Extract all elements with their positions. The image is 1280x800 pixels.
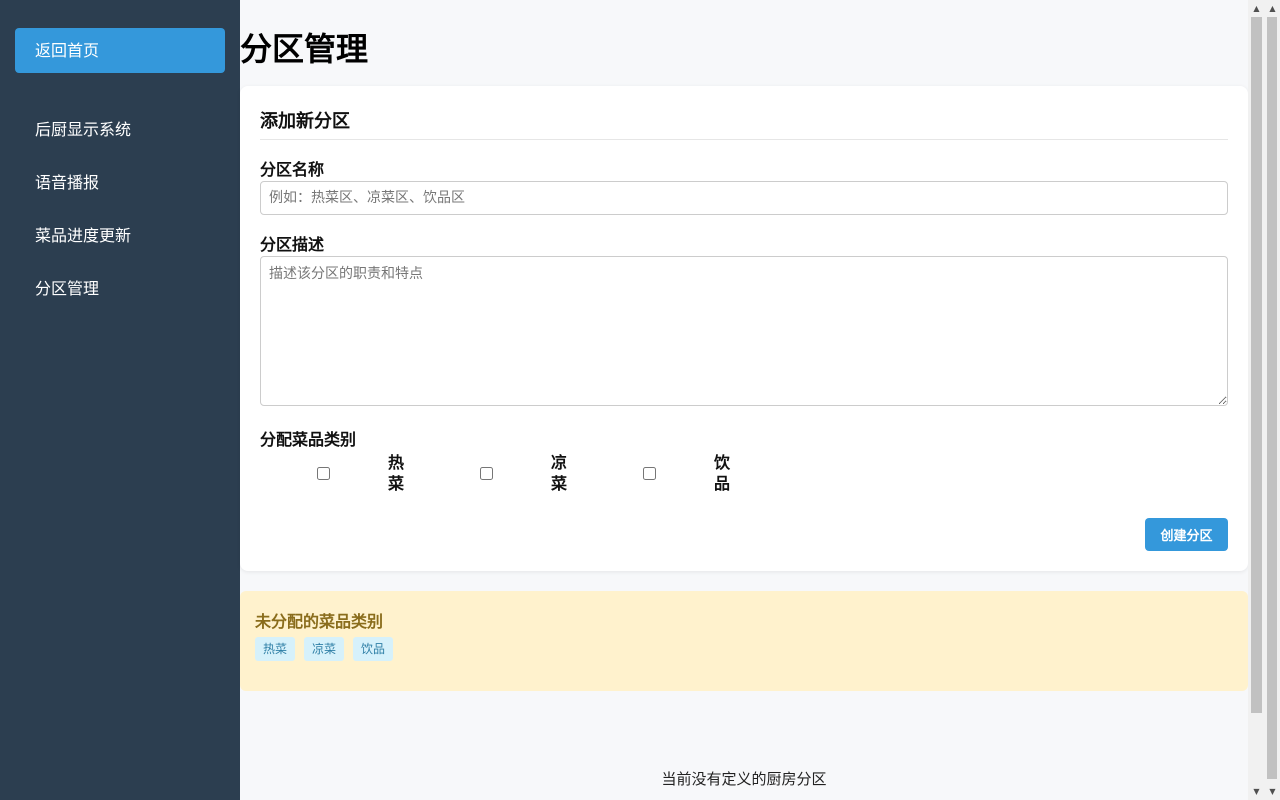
category-tag: 热菜	[255, 637, 296, 661]
page-scrollbar[interactable]: ▲ ▼	[1265, 0, 1280, 800]
category-checkbox-drinks[interactable]	[643, 467, 656, 480]
unassigned-categories-title: 未分配的菜品类别	[255, 612, 384, 631]
empty-zones-message: 当前没有定义的厨房分区	[661, 770, 827, 788]
scroll-down-arrow-icon[interactable]: ▼	[1248, 783, 1265, 800]
scroll-up-arrow-icon[interactable]: ▲	[1248, 0, 1265, 17]
add-zone-card: 添加新分区 分区名称 分区描述 分配菜品类别 热菜 凉菜 饮品 创建分区	[240, 86, 1248, 571]
sidebar-item-voice-broadcast[interactable]: 语音播报	[35, 169, 99, 193]
category-label-cold: 凉菜	[551, 453, 568, 493]
category-label-hot: 热菜	[388, 453, 405, 493]
unassigned-tag-list: 热菜 凉菜 饮品	[255, 637, 394, 661]
scroll-up-arrow-icon[interactable]: ▲	[1265, 0, 1280, 17]
add-zone-title: 添加新分区	[260, 111, 350, 132]
sidebar: 返回首页 后厨显示系统 语音播报 菜品进度更新 分区管理	[0, 0, 240, 800]
category-tag: 凉菜	[304, 637, 345, 661]
category-tag: 饮品	[353, 637, 394, 661]
zone-name-label: 分区名称	[260, 160, 325, 179]
page-title: 分区管理	[240, 30, 369, 68]
sidebar-item-zone-management[interactable]: 分区管理	[35, 275, 99, 299]
assign-categories-label: 分配菜品类别	[260, 430, 357, 449]
scrollbar-thumb[interactable]	[1251, 17, 1262, 713]
scroll-down-arrow-icon[interactable]: ▼	[1265, 783, 1280, 800]
zone-name-input[interactable]	[260, 181, 1228, 215]
sidebar-item-dish-progress[interactable]: 菜品进度更新	[35, 222, 131, 246]
unassigned-categories-panel: 未分配的菜品类别 热菜 凉菜 饮品	[240, 591, 1248, 691]
zone-description-label: 分区描述	[260, 235, 325, 254]
category-checkbox-hot[interactable]	[317, 467, 330, 480]
category-checkbox-cold[interactable]	[480, 467, 493, 480]
category-label-drinks: 饮品	[714, 453, 731, 493]
zone-description-textarea[interactable]	[260, 256, 1228, 406]
divider	[260, 139, 1228, 140]
main-scrollbar[interactable]: ▲ ▼	[1248, 0, 1265, 800]
main-content: 分区管理 添加新分区 分区名称 分区描述 分配菜品类别 热菜 凉菜 饮品 创建分…	[240, 0, 1248, 800]
home-button[interactable]: 返回首页	[15, 28, 225, 73]
scrollbar-thumb[interactable]	[1267, 17, 1277, 779]
sidebar-item-kitchen-display[interactable]: 后厨显示系统	[35, 116, 131, 140]
create-zone-button[interactable]: 创建分区	[1145, 518, 1228, 551]
